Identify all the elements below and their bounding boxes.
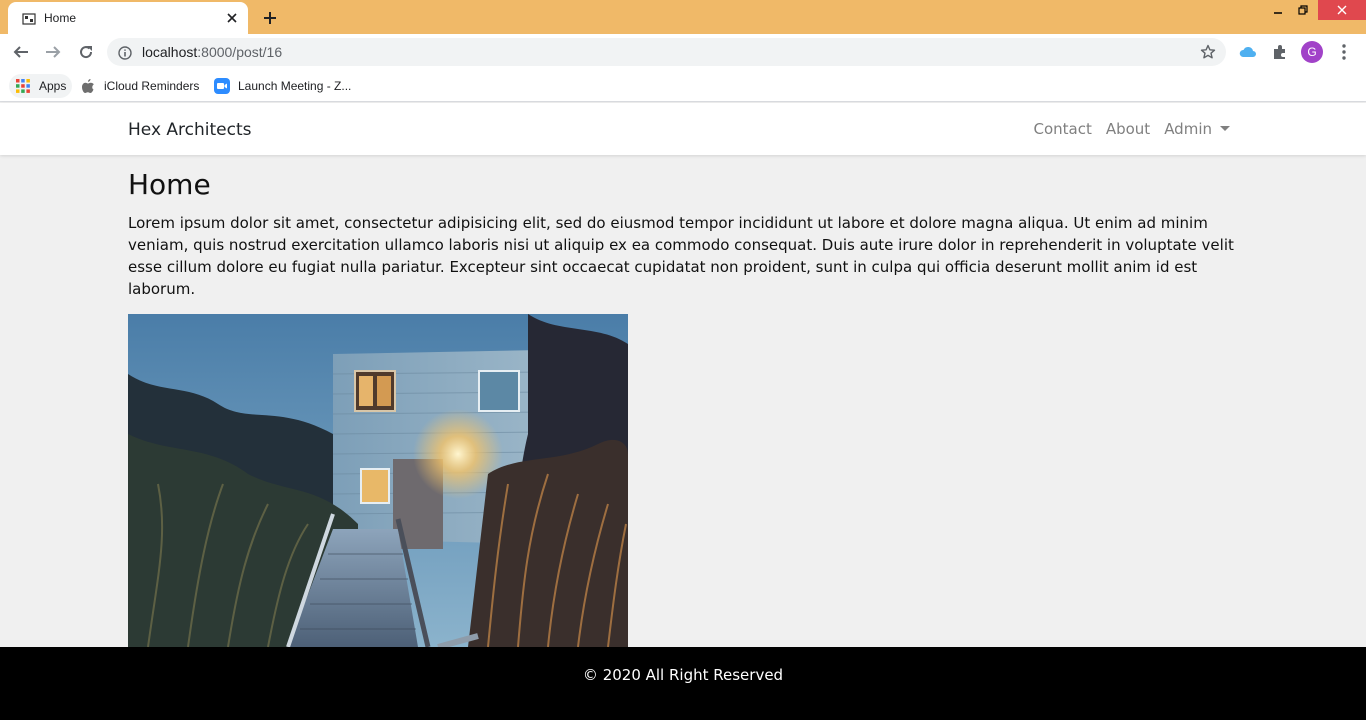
apps-grid-icon bbox=[15, 78, 31, 94]
minimize-window-icon[interactable] bbox=[1266, 0, 1290, 20]
nav-about-link[interactable]: About bbox=[1106, 120, 1150, 138]
restore-window-icon[interactable] bbox=[1291, 0, 1315, 20]
bookmark-label: Launch Meeting - Z... bbox=[238, 79, 352, 93]
nav-contact-link[interactable]: Contact bbox=[1033, 120, 1091, 138]
tab-title: Home bbox=[44, 11, 77, 25]
nav-admin-dropdown[interactable]: Admin bbox=[1164, 120, 1230, 138]
reload-icon[interactable] bbox=[74, 40, 98, 64]
bookmark-apps[interactable]: Apps bbox=[9, 74, 73, 98]
nav-links: Contact About Admin bbox=[1033, 120, 1230, 138]
post-body: Lorem ipsum dolor sit amet, consectetur … bbox=[128, 214, 1234, 298]
bookmark-icloud-reminders[interactable]: iCloud Reminders bbox=[80, 74, 199, 98]
zoom-icon bbox=[214, 78, 230, 94]
profile-avatar[interactable]: G bbox=[1301, 41, 1323, 63]
bookmark-star-icon[interactable] bbox=[1200, 44, 1216, 60]
copyright-text: © 2020 All Right Reserved bbox=[582, 666, 784, 684]
site-info-icon[interactable] bbox=[118, 45, 132, 60]
extensions-puzzle-icon[interactable] bbox=[1270, 42, 1290, 62]
url-path: :8000/post/16 bbox=[197, 44, 283, 60]
url-text: localhost:8000/post/16 bbox=[142, 44, 282, 60]
address-bar[interactable]: localhost:8000/post/16 bbox=[107, 38, 1226, 66]
site-footer: © 2020 All Right Reserved bbox=[0, 647, 1366, 720]
site-favicon-icon bbox=[22, 11, 36, 25]
forward-arrow-icon[interactable] bbox=[41, 40, 65, 64]
bookmarks-bar: Apps iCloud Reminders Launch Meeting - Z… bbox=[0, 70, 1366, 102]
back-arrow-icon[interactable] bbox=[9, 40, 33, 64]
browser-toolbar: localhost:8000/post/16 G bbox=[0, 34, 1366, 70]
bookmark-label: iCloud Reminders bbox=[104, 79, 200, 93]
brand-link[interactable]: Hex Architects bbox=[128, 120, 252, 140]
new-tab-icon[interactable] bbox=[259, 7, 281, 29]
bookmark-label: Apps bbox=[39, 79, 67, 93]
tab-strip: Home bbox=[0, 0, 1366, 34]
main-content: Home Lorem ipsum dolor sit amet, consect… bbox=[128, 168, 1240, 300]
tab-close-icon[interactable] bbox=[224, 10, 240, 26]
browser-tab-home[interactable]: Home bbox=[8, 2, 248, 34]
url-host: localhost bbox=[142, 44, 198, 60]
site-navbar: Hex Architects Contact About Admin bbox=[0, 103, 1366, 155]
close-window-icon[interactable] bbox=[1318, 0, 1366, 20]
browser-menu-icon[interactable] bbox=[1334, 42, 1354, 62]
house-photo bbox=[128, 314, 628, 647]
cloud-extension-icon[interactable] bbox=[1238, 42, 1258, 62]
page-title: Home bbox=[128, 168, 211, 201]
bookmark-launch-meeting[interactable]: Launch Meeting - Z... bbox=[214, 74, 351, 98]
apple-icon bbox=[80, 78, 96, 94]
